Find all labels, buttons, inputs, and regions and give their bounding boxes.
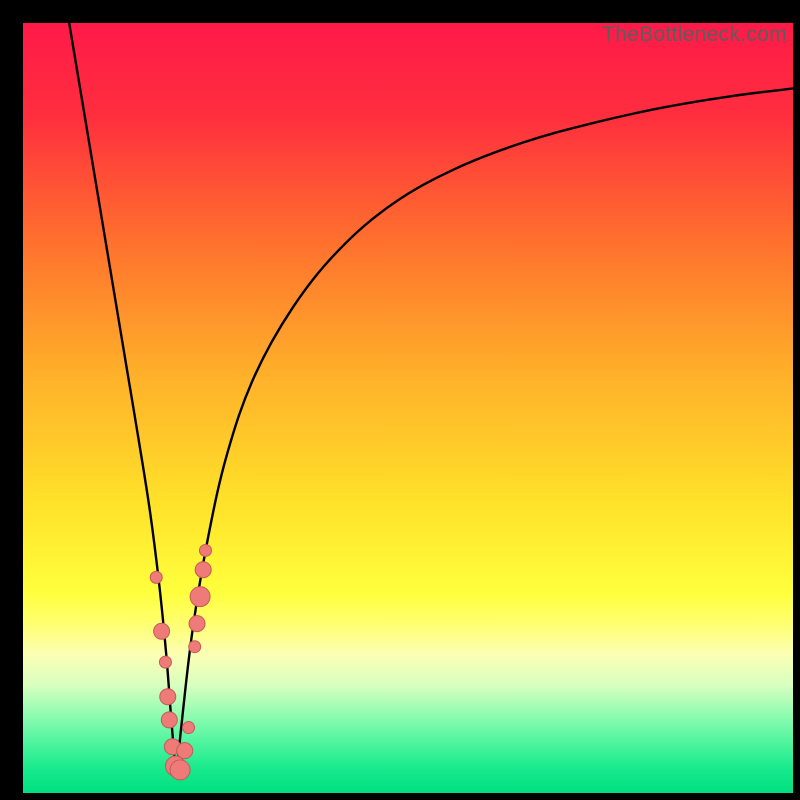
chart-svg (23, 23, 793, 793)
data-marker (177, 743, 193, 759)
chart-plot-area: TheBottleneck.com (23, 23, 793, 793)
data-marker (189, 616, 205, 632)
chart-background (23, 23, 793, 793)
data-marker (159, 656, 171, 668)
data-marker (189, 641, 201, 653)
data-marker (154, 623, 170, 639)
data-marker (161, 712, 177, 728)
data-marker (183, 722, 195, 734)
data-marker (195, 562, 211, 578)
data-marker (190, 587, 210, 607)
data-marker (160, 689, 176, 705)
chart-frame: TheBottleneck.com (0, 0, 800, 800)
attribution-text: TheBottleneck.com (602, 23, 787, 47)
data-marker (199, 544, 211, 556)
data-marker (150, 571, 162, 583)
data-marker (170, 760, 190, 780)
